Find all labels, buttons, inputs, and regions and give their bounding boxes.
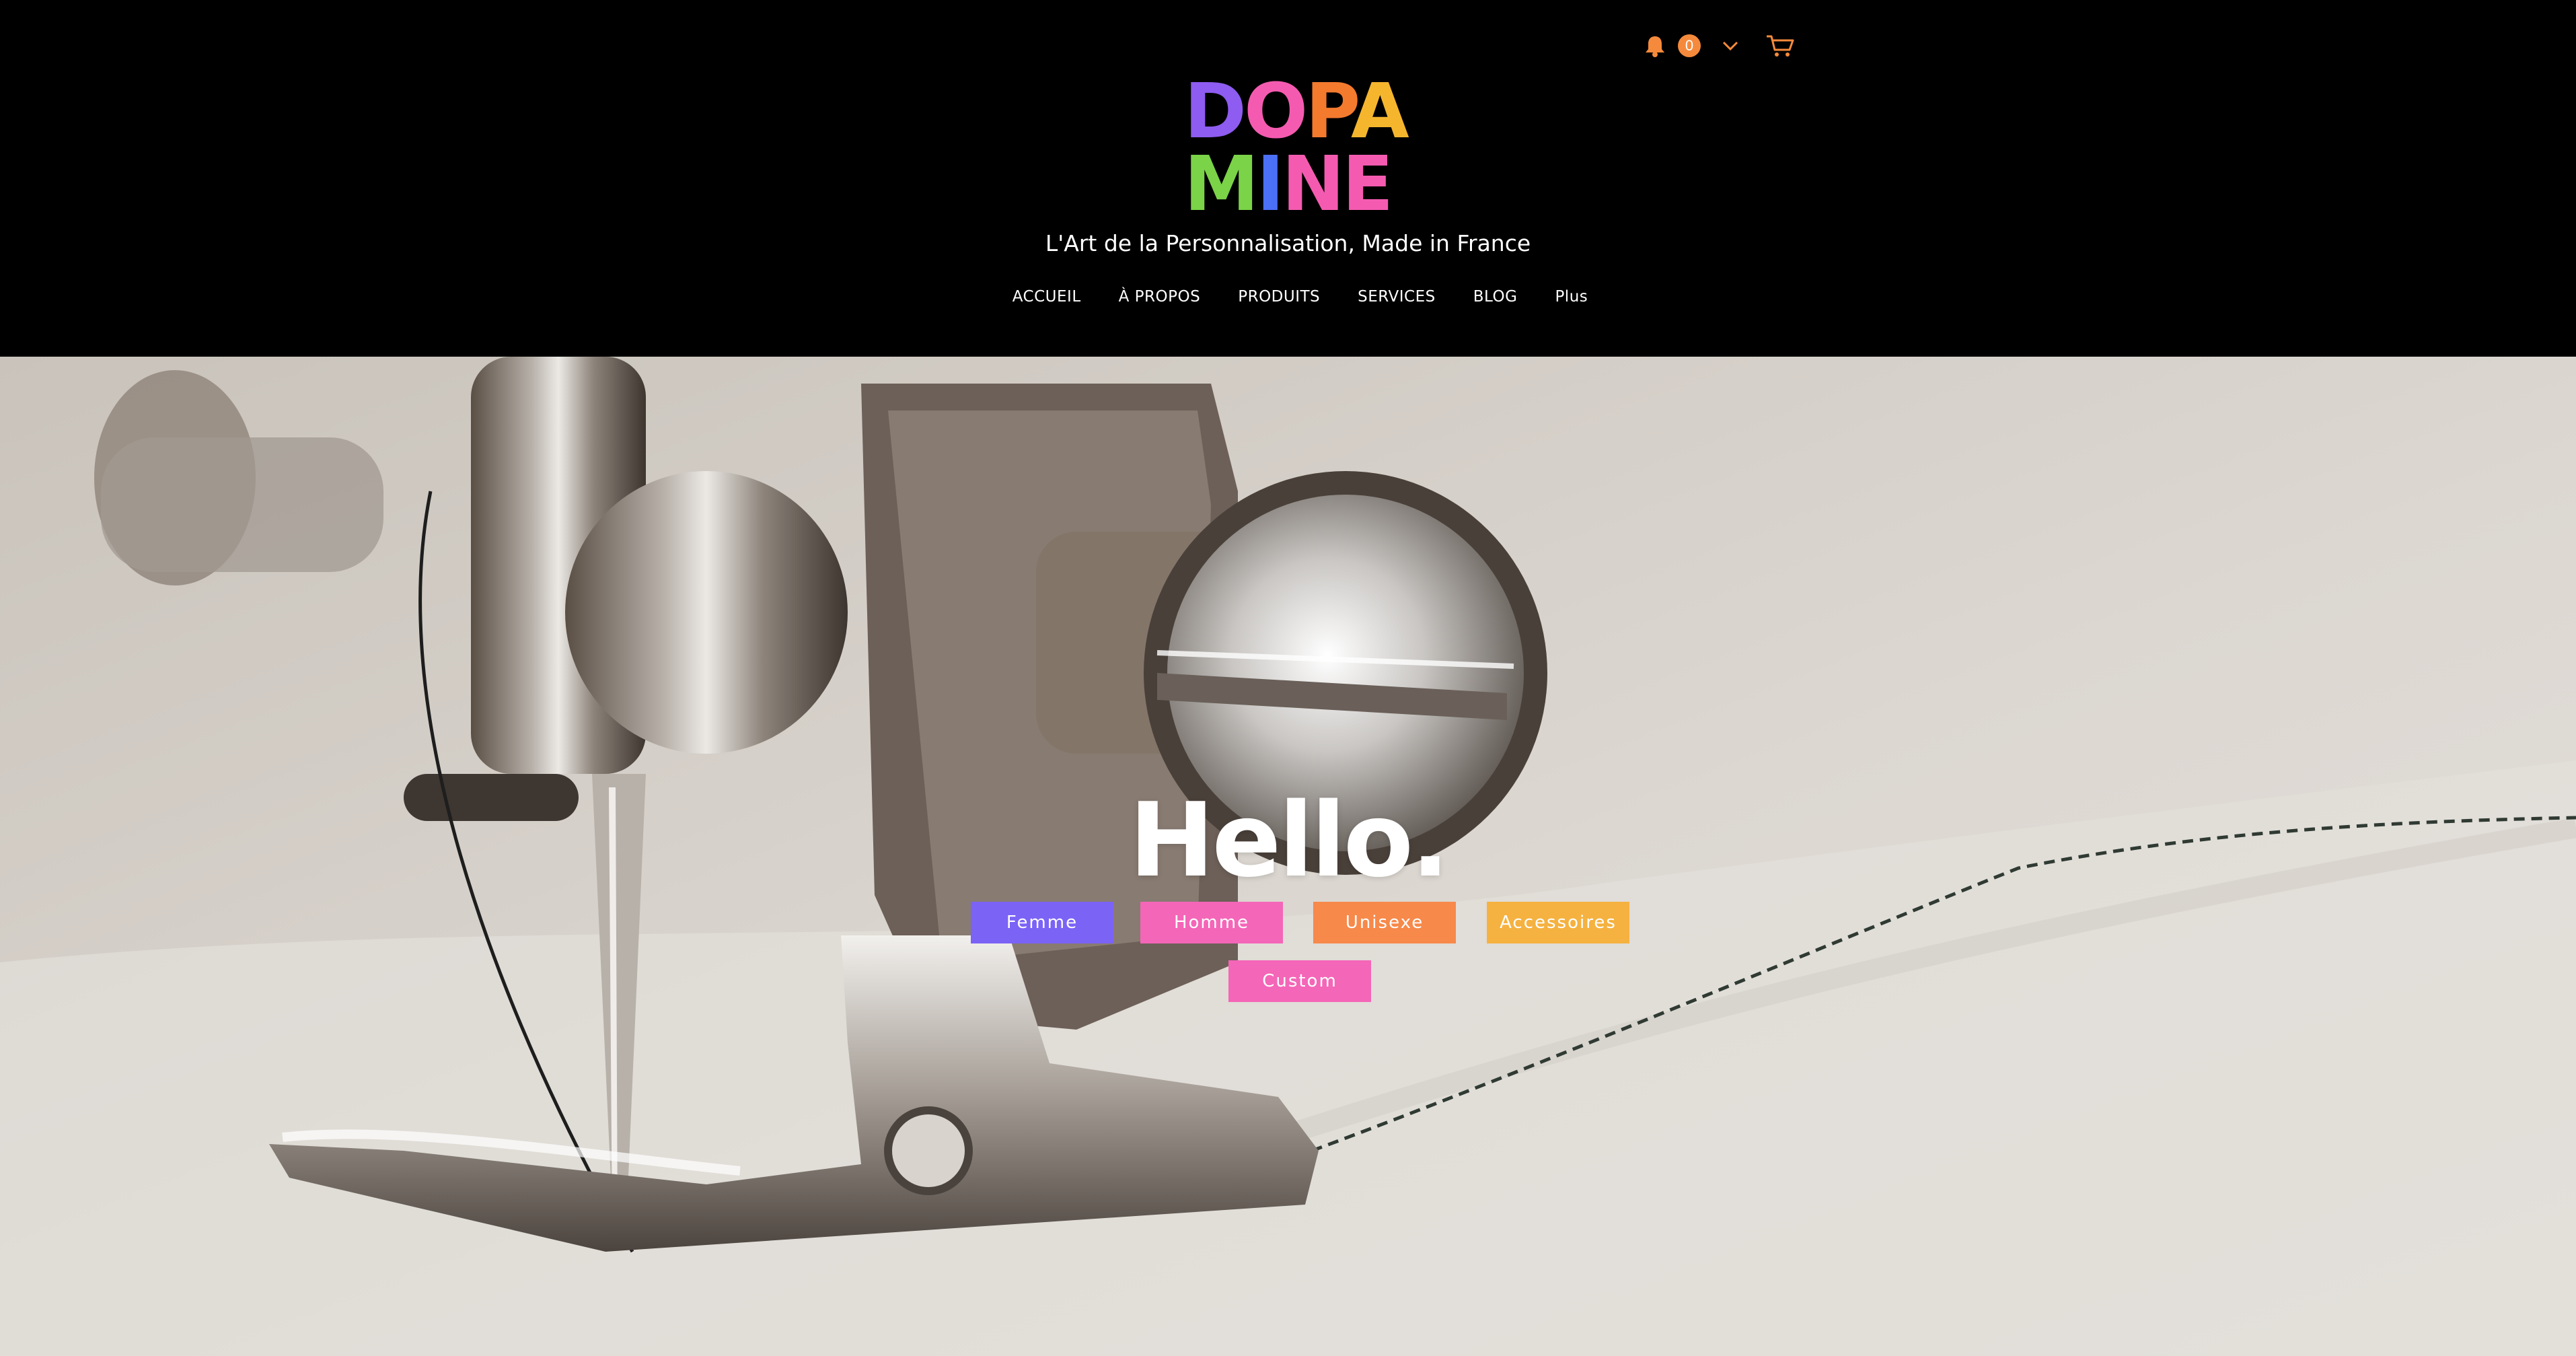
page: 0 DOPA MINE L'Art de la Personnalisation…: [0, 0, 2576, 1356]
hero-title: Hello.: [1129, 781, 1450, 900]
nav-item-propos[interactable]: À PROPOS: [1119, 288, 1201, 306]
nav-item-produits[interactable]: PRODUITS: [1238, 288, 1320, 306]
site-tagline: L'Art de la Personnalisation, Made in Fr…: [1045, 230, 1531, 256]
logo-letter: M: [1184, 141, 1259, 228]
logo-line-2: MINE: [1184, 147, 1393, 222]
bell-icon[interactable]: [1642, 32, 1668, 59]
dopamine-logo[interactable]: DOPA MINE: [1184, 74, 1409, 222]
logo-letter: E: [1341, 141, 1393, 228]
logo-letter: N: [1282, 141, 1345, 228]
category-button-custom[interactable]: Custom: [1228, 960, 1371, 1002]
logo-line-1: DOPA: [1184, 74, 1409, 149]
cart-icon[interactable]: [1765, 32, 1795, 59]
notification-badge[interactable]: 0: [1678, 34, 1701, 57]
nav-item-blog[interactable]: BLOG: [1473, 288, 1518, 306]
utility-bar: 0: [1642, 32, 1795, 59]
nav-item-accueil[interactable]: ACCUEIL: [1013, 288, 1081, 306]
category-button-homme[interactable]: Homme: [1140, 902, 1283, 943]
logo-letter: I: [1256, 141, 1284, 228]
site-header: 0 DOPA MINE L'Art de la Personnalisation…: [0, 0, 2576, 357]
main-nav: ACCUEIL À PROPOS PRODUITS SERVICES BLOG Plus: [0, 288, 2576, 306]
category-button-femme[interactable]: Femme: [971, 902, 1113, 943]
nav-item-services[interactable]: SERVICES: [1358, 288, 1436, 306]
category-button-unisexe[interactable]: Unisexe: [1313, 902, 1456, 943]
hero-section: Hello. Femme Homme Unisexe Accessoires Custo…: [0, 357, 2576, 1356]
chevron-down-icon[interactable]: [1718, 34, 1742, 58]
category-button-accessoires[interactable]: Accessoires: [1487, 902, 1629, 943]
nav-item-plus[interactable]: Plus: [1555, 288, 1588, 306]
